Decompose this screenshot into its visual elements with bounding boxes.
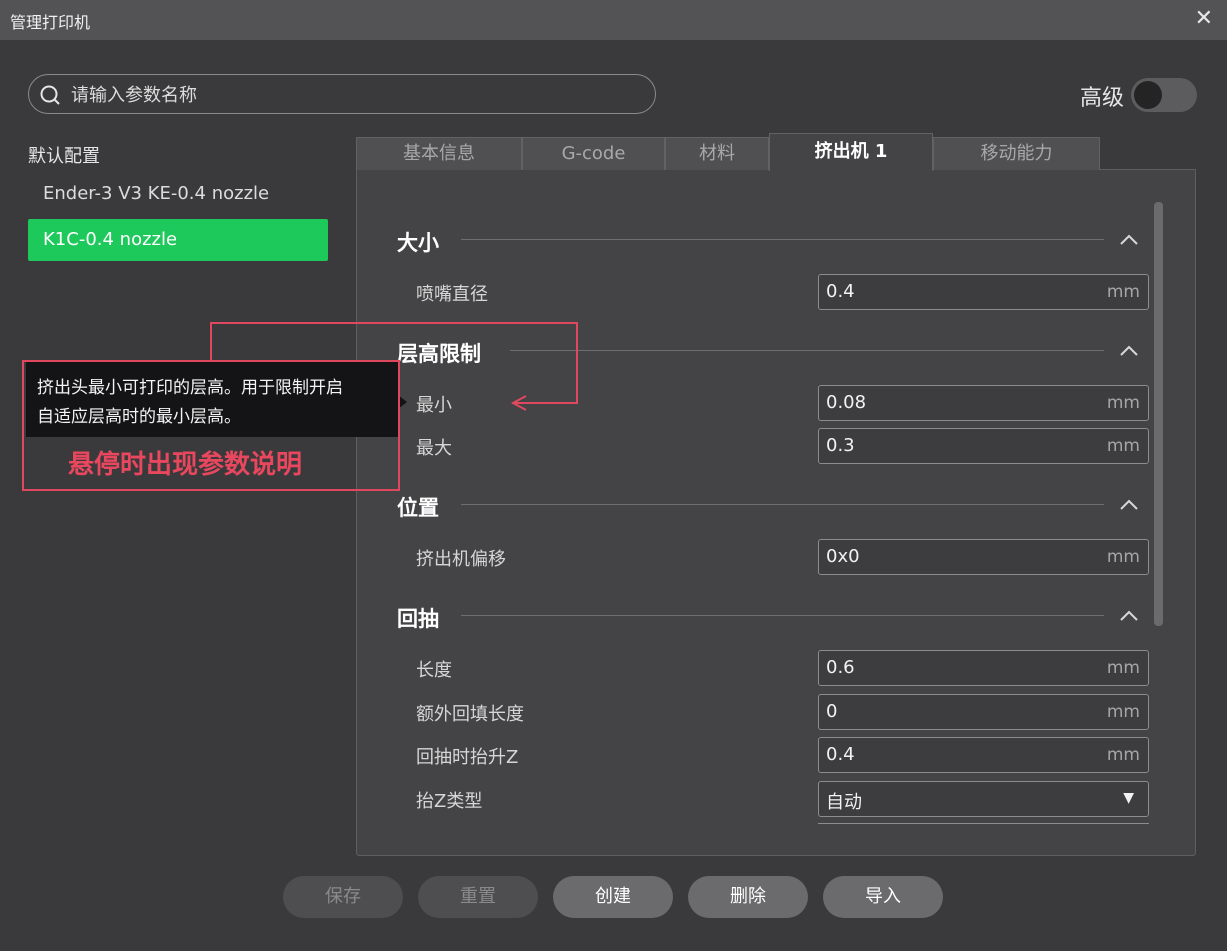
- annotation-text: 悬停时出现参数说明: [68, 450, 303, 480]
- tab-extruder-1[interactable]: 挤出机 1: [769, 133, 933, 171]
- import-button[interactable]: 导入: [823, 876, 943, 918]
- create-button[interactable]: 创建: [553, 876, 673, 918]
- reset-button[interactable]: 重置: [418, 876, 538, 918]
- save-button[interactable]: 保存: [283, 876, 403, 918]
- delete-button[interactable]: 删除: [688, 876, 808, 918]
